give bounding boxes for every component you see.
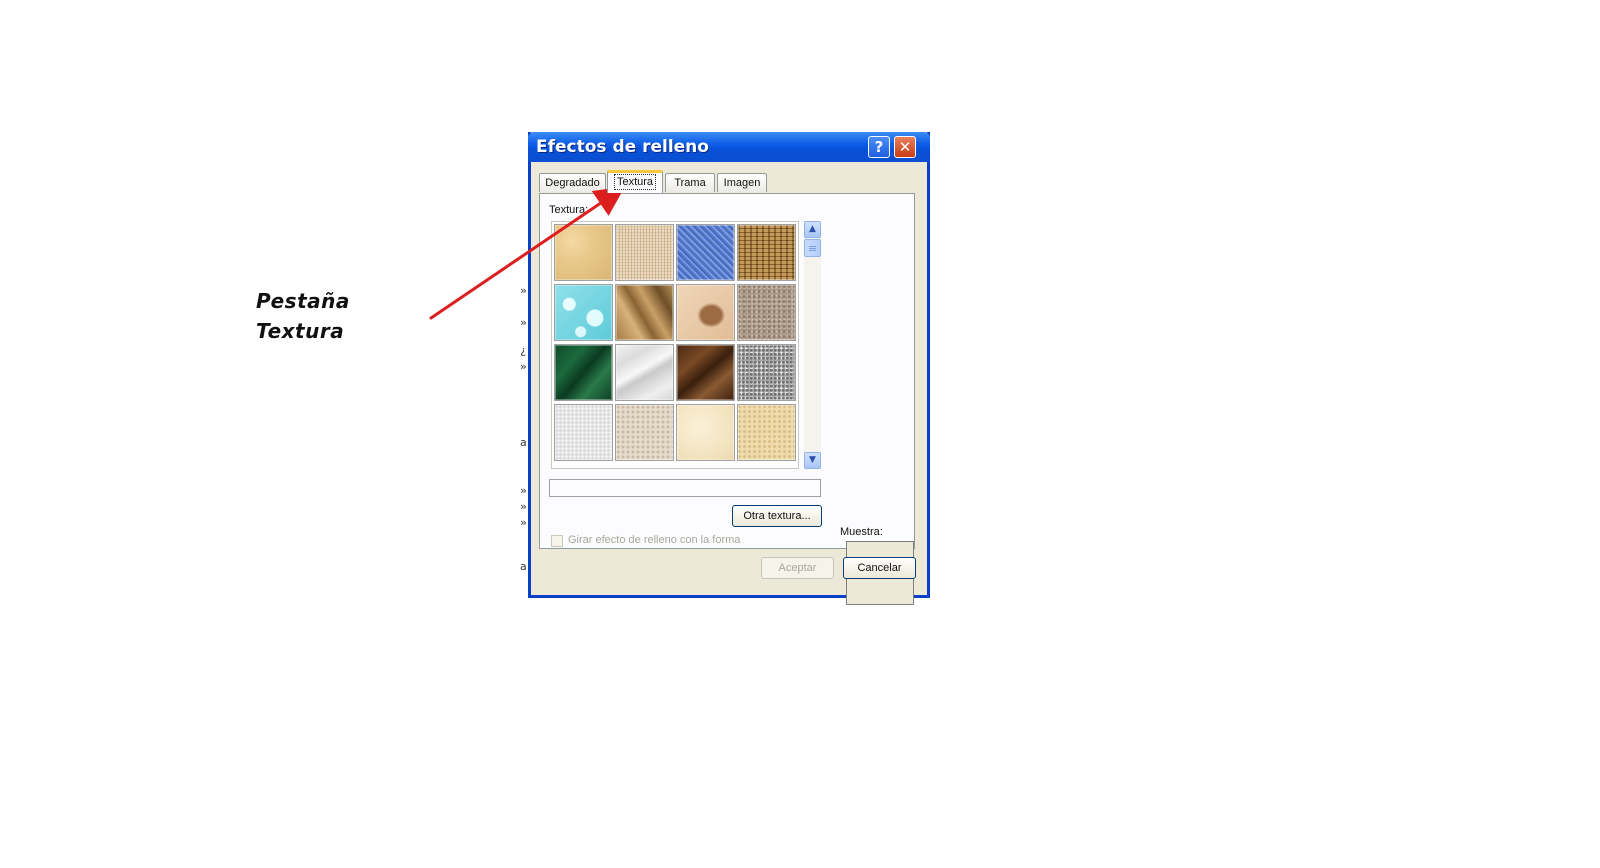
chevron-down-icon: ▼ xyxy=(809,455,816,465)
texture-recycled-paper[interactable] xyxy=(615,404,674,461)
background-document-glyph: » xyxy=(520,516,527,529)
chevron-up-icon: ▲ xyxy=(809,224,816,234)
help-icon: ? xyxy=(874,138,884,156)
texture-newsprint[interactable] xyxy=(554,404,613,461)
texture-parchment[interactable] xyxy=(676,404,735,461)
sample-label: Muestra: xyxy=(840,526,883,538)
texture-denim[interactable] xyxy=(676,224,735,281)
tab-imagen[interactable]: Imagen xyxy=(717,173,767,192)
dialog-title: Efectos de relleno xyxy=(536,137,709,157)
other-texture-label: Otra textura... xyxy=(743,510,811,522)
background-document-glyph: » xyxy=(520,484,527,497)
background-document-glyph: » xyxy=(520,284,527,297)
texture-paper-bag[interactable] xyxy=(615,284,674,341)
texture-stationery[interactable] xyxy=(737,404,796,461)
grip-line xyxy=(809,248,816,249)
fill-effects-dialog: Efectos de relleno ? ✕ Degradado Textura… xyxy=(528,132,930,605)
texture-name-field xyxy=(549,479,821,497)
texture-papyrus[interactable] xyxy=(554,224,613,281)
texture-woven-mat[interactable] xyxy=(737,224,796,281)
screenshot-canvas: Pestaña Textura » » ¿ » a » » » a Efecto… xyxy=(0,0,1600,868)
texture-fish-fossil[interactable] xyxy=(676,284,735,341)
texture-list-label: Textura: xyxy=(549,204,589,216)
background-document-glyph: a xyxy=(520,560,527,573)
texture-green-marble[interactable] xyxy=(554,344,613,401)
grip-line xyxy=(809,246,816,247)
rotate-fill-checkbox[interactable] xyxy=(551,535,563,547)
tab-textura[interactable]: Textura xyxy=(607,170,663,193)
texture-gallery[interactable] xyxy=(551,221,799,469)
texture-water-droplets[interactable] xyxy=(554,284,613,341)
background-document-glyph: ¿ xyxy=(520,344,527,357)
annotation-line-1: Pestaña xyxy=(256,289,350,313)
annotation-label: Pestaña Textura xyxy=(256,286,350,346)
texture-brown-marble[interactable] xyxy=(676,344,735,401)
other-texture-button[interactable]: Otra textura... xyxy=(732,505,822,527)
texture-granite[interactable] xyxy=(737,344,796,401)
scrollbar-thumb[interactable] xyxy=(804,239,821,257)
background-document-glyph: » xyxy=(520,316,527,329)
texture-tab-panel: Textura: ▲ ▼ Otra textura... Girar efect… xyxy=(539,193,915,605)
background-document-glyph: » xyxy=(520,500,527,513)
scroll-down-button[interactable]: ▼ xyxy=(804,452,821,469)
scroll-up-button[interactable]: ▲ xyxy=(804,221,821,238)
texture-white-marble[interactable] xyxy=(615,344,674,401)
texture-sand[interactable] xyxy=(737,284,796,341)
background-document-glyph: a xyxy=(520,436,527,449)
texture-canvas[interactable] xyxy=(615,224,674,281)
rotate-fill-label: Girar efecto de relleno con la forma xyxy=(568,534,741,546)
tab-degradado[interactable]: Degradado xyxy=(539,173,606,192)
close-icon: ✕ xyxy=(898,138,912,156)
annotation-line-2: Textura xyxy=(256,319,345,343)
texture-scrollbar[interactable]: ▲ ▼ xyxy=(804,221,821,469)
close-button[interactable]: ✕ xyxy=(894,136,916,158)
background-document-glyph: » xyxy=(520,360,527,373)
tab-trama[interactable]: Trama xyxy=(665,173,715,192)
grip-line xyxy=(809,250,816,251)
help-button[interactable]: ? xyxy=(868,136,890,158)
dialog-titlebar[interactable]: Efectos de relleno ? ✕ xyxy=(528,132,930,162)
tab-label: Imagen xyxy=(723,177,761,189)
tab-label: Degradado xyxy=(545,177,600,189)
cancel-label: Cancelar xyxy=(857,562,902,574)
tab-label: Textura xyxy=(613,174,657,190)
ok-button[interactable]: Aceptar xyxy=(761,557,834,579)
tab-label: Trama xyxy=(674,177,706,189)
ok-label: Aceptar xyxy=(778,562,817,574)
cancel-button[interactable]: Cancelar xyxy=(843,557,916,579)
